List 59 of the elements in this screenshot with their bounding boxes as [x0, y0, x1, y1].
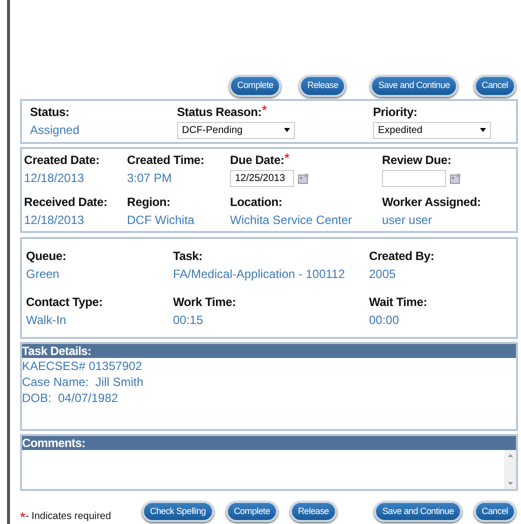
action-button[interactable]: Cancel [474, 75, 516, 96]
field-value: user user [382, 212, 434, 230]
action-button[interactable]: Check Spelling [142, 500, 214, 522]
action-button[interactable]: Cancel [474, 500, 516, 522]
scroll-down-icon[interactable] [508, 482, 512, 485]
field-label: Status: [30, 104, 70, 120]
calendar-icon[interactable] [450, 173, 461, 184]
field-value: Green [26, 266, 60, 284]
field-label: Priority: [373, 104, 418, 120]
section-header: Task Details: [22, 344, 516, 358]
field-label: Queue: [26, 248, 66, 266]
calendar-icon[interactable] [298, 173, 309, 184]
date-field[interactable] [382, 170, 446, 188]
action-button[interactable]: Release [299, 75, 346, 96]
required-mark: * [284, 151, 290, 166]
field-value: 2005 [369, 266, 397, 284]
field-value: Walk-In [26, 312, 68, 330]
date-field[interactable]: 12/25/2013 [230, 170, 294, 188]
field-label: Contact Type: [26, 294, 103, 312]
field-label: Review Due: [382, 152, 452, 170]
caret-icon [284, 128, 290, 132]
detail-line: DOB: 04/07/1982 [22, 390, 120, 406]
field-label: Worker Assigned: [382, 194, 481, 212]
field-label: Created Date: [24, 152, 100, 170]
field-label: Location: [230, 194, 282, 212]
scroll-up-icon[interactable] [508, 454, 512, 458]
field-value: FA/Medical-Application - 100112 [173, 266, 346, 284]
action-button[interactable]: Release [290, 500, 337, 522]
field-label: Created Time: [127, 152, 204, 170]
scrollbar[interactable] [504, 450, 516, 489]
field-value: 12/18/2013 [24, 170, 86, 188]
select-field[interactable]: Expedited [373, 122, 491, 138]
field-label: Due Date: [230, 152, 284, 170]
caret-icon [480, 128, 486, 132]
field-label: Task: [173, 248, 202, 266]
action-button[interactable]: Save and Continue [374, 500, 462, 522]
field-label: Wait Time: [369, 294, 428, 312]
field-value: 3:07 PM [127, 170, 173, 188]
field-label: Received Date: [24, 194, 108, 212]
action-button[interactable]: Complete [229, 75, 282, 96]
required-mark: * [262, 102, 268, 116]
action-button[interactable]: Save and Continue [370, 75, 458, 96]
field-value: Wichita Service Center [230, 212, 354, 230]
action-button[interactable]: Complete [226, 500, 278, 522]
field-value: Assigned [30, 122, 80, 138]
section-header: Comments: [22, 436, 516, 450]
field-label: Region: [127, 194, 170, 212]
field-label: Created By: [369, 248, 434, 266]
required-mark: * [20, 510, 26, 524]
required-note: - Indicates required [25, 510, 112, 524]
field-label: Status Reason: [177, 104, 262, 120]
field-value: 12/18/2013 [24, 212, 86, 230]
field-value: DCF Wichita [127, 212, 196, 230]
field-label: Work Time: [173, 294, 236, 312]
field-value: 00:15 [173, 312, 204, 330]
field-value: 00:00 [369, 312, 400, 330]
detail-line: KAECSES# 01357902 [22, 358, 144, 374]
select-field[interactable]: DCF-Pending [177, 122, 295, 138]
detail-line: Case Name: Jill Smith [22, 374, 144, 390]
